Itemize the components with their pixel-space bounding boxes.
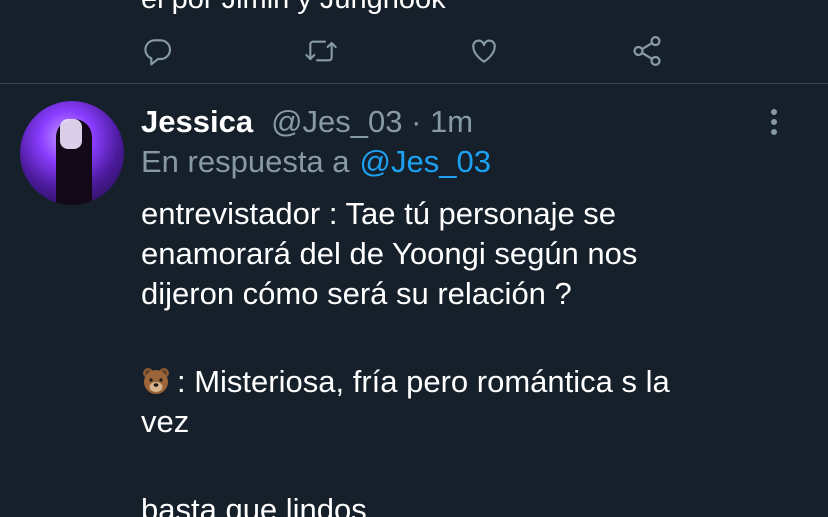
handle-and-time: @Jes_03 · 1m (271, 104, 474, 139)
timeline: el por Jimin y Junghook (0, 0, 828, 517)
tweet-text: entrevistador : Tae tú personaje se enam… (141, 194, 801, 517)
tweet-line: enamorará del de Yoongi según nos (141, 236, 638, 271)
share-button[interactable] (627, 30, 667, 72)
display-name[interactable]: Jessica (141, 104, 253, 140)
reply-prefix: En respuesta a (141, 144, 350, 179)
like-button[interactable] (464, 30, 504, 72)
previous-tweet-text: el por Jimin y Junghook (141, 0, 446, 16)
bear-face-emoji (143, 368, 169, 394)
retweet-icon (305, 40, 337, 62)
tweet-action-bar (0, 30, 828, 72)
tweet-line-with-emoji: : Misteriosa, fría pero romántica s la (141, 362, 801, 402)
tweet-header: Jessica @Jes_03 · 1m (141, 102, 473, 142)
avatar[interactable] (20, 101, 124, 205)
reply-button[interactable] (138, 30, 178, 72)
reply-icon (144, 39, 172, 66)
avatar-phone-glow (60, 119, 82, 149)
tweet-divider (0, 83, 828, 84)
more-options-button[interactable] (756, 104, 792, 140)
reply-context: En respuesta a @Jes_03 (141, 142, 491, 182)
tweet-line: basta que lindos (141, 492, 367, 517)
heart-icon (472, 39, 496, 63)
share-icon (633, 35, 661, 67)
tweet-line: vez (141, 404, 190, 439)
reply-handle-link[interactable]: @Jes_03 (360, 144, 491, 180)
tweet-line: entrevistador : Tae tú personaje se (141, 196, 617, 231)
tweet-line: dijeron cómo será su relación ? (141, 276, 572, 311)
tweet-line: : Misteriosa, fría pero romántica s la (177, 364, 670, 399)
retweet-button[interactable] (301, 30, 341, 72)
more-vertical-icon (771, 109, 777, 135)
